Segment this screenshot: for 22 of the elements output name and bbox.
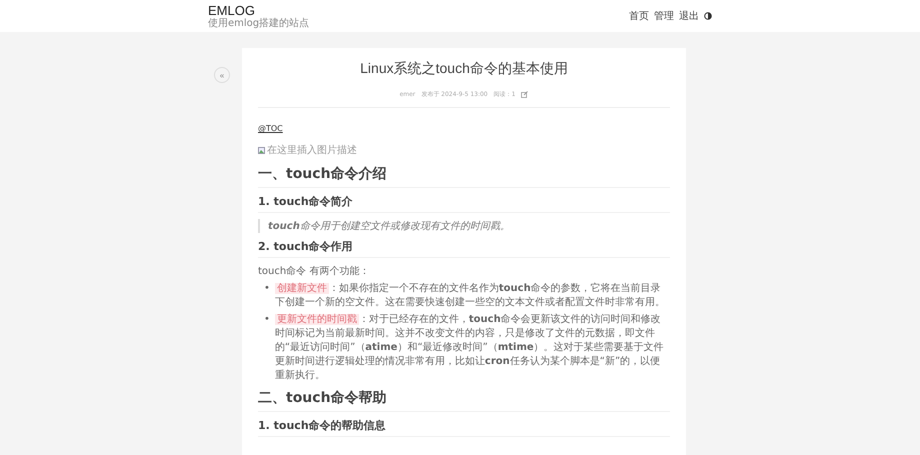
theme-toggle-icon[interactable] [704,12,712,20]
site-logo[interactable]: EMLOG [208,4,310,18]
site-subtitle: 使用emlog搭建的站点 [208,18,310,28]
toc-link[interactable]: @TOC [258,124,283,133]
bullet-item: 更新文件的时间戳 ：对于已经存在的文件，touch命令会更新该文件的访问时间和修改时间标记为当前最新时间。这并不改变文件的内容，只是修改了文件的元数据，即文件的“最近访问时间”（atime）和“最近修改时间”（mtime）。这对于某些需要基于文件更新时间进行逻辑处理的情况非常有用，比如让cron任务认为某个脚本是“新”的，以便重新执行。 [274,313,665,383]
subsection-heading: 1. touch命令简介 [258,194,670,213]
section-heading: 一、touch命令介绍 [258,165,670,188]
bullet-item: 创建新文件 ：如果你指定一个不存在的文件名作为touch命令的参数，它将在当前目录下创建一个新的空文件。这在需要快速创建一些空的文本文件或者配置文件时非常有用。 [274,282,666,310]
bullet-marker: • [264,282,270,296]
bullet-marker: • [264,313,270,327]
image-alt-text: 在这里插入图片描述 [267,144,357,157]
broken-image-icon [258,146,265,154]
nav-link[interactable]: 管理 [654,9,674,23]
subsection-heading: 1. touch命令的帮助信息 [258,418,670,437]
nav-link[interactable]: 退出 [679,9,699,23]
paragraph: touch命令 有两个功能： [258,264,370,278]
subsection-heading: 2. touch命令作用 [258,239,670,258]
section-heading: 二、touch命令帮助 [258,389,670,412]
nav-link[interactable]: 首页 [629,9,649,23]
article-title: Linux系统之touch命令的基本使用 [359,60,569,78]
quote-text: touch命令用于创建空文件或修改现有文件的时间戳。 [258,219,670,233]
edit-icon[interactable] [521,91,528,98]
